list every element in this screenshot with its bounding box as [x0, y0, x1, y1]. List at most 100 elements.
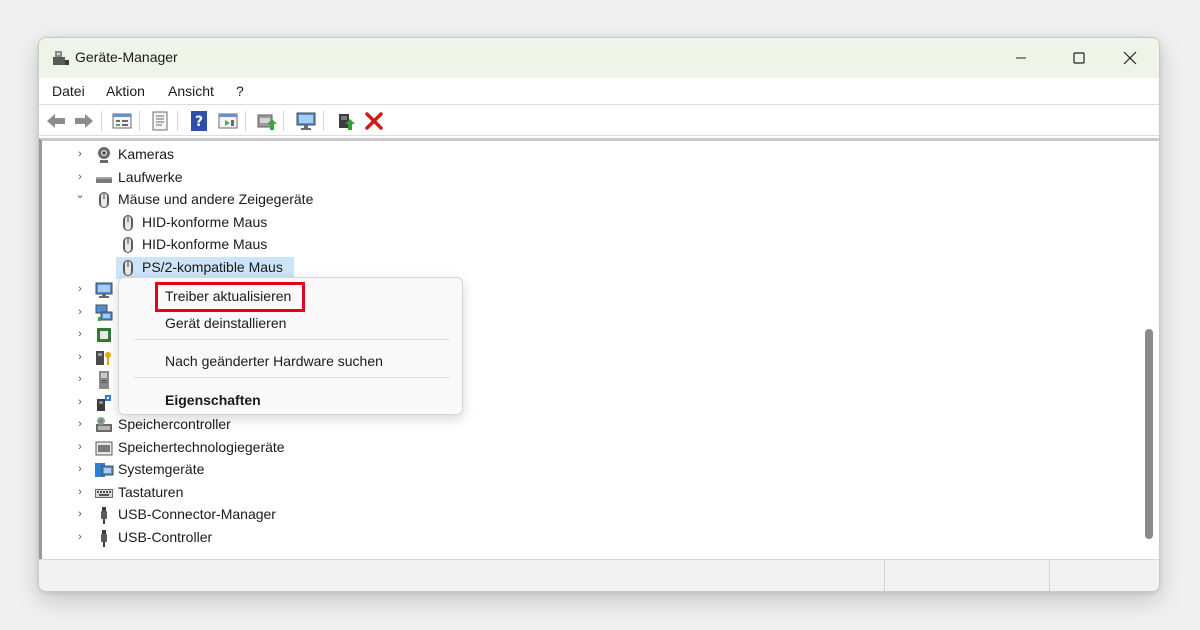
chevron-right-icon[interactable]: › — [75, 350, 85, 364]
chevron-right-icon[interactable]: › — [75, 395, 85, 409]
tree-row-label: HID-konforme Maus — [142, 236, 268, 252]
chevron-right-icon[interactable]: › — [75, 170, 85, 184]
tree-category-row[interactable]: › Systemgeräte — [42, 459, 1132, 481]
network-icon — [95, 304, 113, 321]
chevron-right-icon[interactable]: › — [75, 147, 85, 161]
toolbar-separator — [245, 111, 246, 131]
update-driver-icon[interactable] — [255, 110, 277, 132]
tree-category-row[interactable]: › USB-Connector-Manager — [42, 504, 1132, 526]
tree-row-label: Kameras — [118, 146, 175, 162]
chevron-right-icon[interactable]: › — [75, 417, 85, 431]
mouse-icon — [123, 237, 133, 253]
menu-datei[interactable]: Datei — [52, 83, 85, 99]
toolbar-separator — [101, 111, 102, 131]
menu-bar: Datei Aktion Ansicht ? — [39, 78, 1159, 104]
context-uninstall-device[interactable]: Gerät deinstallieren — [165, 315, 286, 331]
help-icon[interactable]: ? — [189, 110, 211, 132]
camera-icon — [98, 147, 110, 163]
tree-device-row[interactable]: HID-konforme Maus — [42, 212, 1132, 234]
maximize-icon — [1073, 52, 1085, 64]
tree-row-label: Speichercontroller — [118, 416, 231, 432]
chevron-right-icon[interactable]: › — [75, 485, 85, 499]
context-menu: Treiber aktualisieren Gerät deinstallier… — [118, 277, 463, 415]
context-update-driver[interactable]: Treiber aktualisieren — [165, 288, 291, 304]
tree-row-label: Tastaturen — [118, 483, 184, 500]
tree-category-row[interactable]: › Speichercontroller — [42, 414, 1132, 436]
tree-category-row[interactable]: › Tastaturen — [42, 482, 1132, 504]
document-icon[interactable] — [149, 110, 171, 132]
uninstall-device-icon[interactable] — [363, 110, 385, 132]
monitor-icon[interactable] — [295, 110, 317, 132]
mouse-icon — [99, 192, 109, 208]
security-device-icon — [96, 350, 111, 365]
tree-category-row[interactable]: › Laufwerke — [42, 167, 1132, 189]
system-devices-icon — [95, 463, 114, 477]
back-arrow-icon[interactable] — [45, 110, 67, 132]
context-separator — [133, 377, 450, 378]
tree-category-row[interactable]: › Speichertechnologiegeräte — [42, 437, 1132, 459]
chevron-right-icon[interactable]: › — [75, 372, 85, 386]
mouse-icon — [123, 259, 133, 276]
chevron-right-icon[interactable]: › — [75, 530, 85, 544]
enable-device-icon[interactable] — [335, 110, 357, 132]
tree-row-label: USB-Connector-Manager — [118, 506, 276, 522]
title-bar: Geräte-Manager — [39, 38, 1159, 78]
tree-row-label: PS/2-kompatible Maus — [142, 258, 283, 275]
toolbar-separator — [139, 111, 140, 131]
tree-device-row[interactable]: PS/2-kompatible Maus — [42, 256, 1132, 279]
svg-text:?: ? — [195, 114, 203, 130]
close-icon — [1123, 51, 1137, 65]
toolbar: ? — [39, 104, 1159, 136]
toolbar-separator — [323, 111, 324, 131]
maximize-button[interactable] — [1050, 38, 1108, 78]
monitor-icon — [95, 282, 113, 298]
tree-device-row[interactable]: HID-konforme Maus — [42, 234, 1132, 256]
status-separator — [1049, 560, 1050, 591]
mouse-icon — [123, 214, 133, 231]
chevron-right-icon[interactable]: › — [75, 507, 85, 521]
action-view-icon[interactable] — [217, 110, 239, 132]
tree-row-label: HID-konforme Maus — [142, 213, 268, 230]
chevron-right-icon[interactable]: › — [75, 305, 85, 319]
minimize-button[interactable] — [992, 38, 1050, 78]
status-bar — [39, 559, 1159, 591]
toolbar-separator — [177, 111, 178, 131]
chevron-right-icon[interactable]: › — [75, 462, 85, 476]
context-properties[interactable]: Eigenschaften — [165, 392, 261, 408]
tree-row-label: Laufwerke — [118, 168, 183, 185]
tree-category-row[interactable]: › Kameras — [42, 144, 1132, 166]
menu-ansicht[interactable]: Ansicht — [168, 83, 214, 99]
close-button[interactable] — [1101, 38, 1159, 78]
minimize-icon — [1016, 57, 1026, 59]
tree-category-row[interactable]: › USB-Controller — [42, 527, 1132, 549]
status-separator — [884, 560, 885, 591]
tree-row-label: Mäuse und andere Zeigegeräte — [118, 191, 314, 207]
device-manager-app-icon — [53, 51, 69, 65]
chevron-right-icon[interactable]: › — [75, 327, 85, 341]
chevron-right-icon[interactable]: › — [75, 282, 85, 296]
tree-row-label: USB-Controller — [118, 528, 213, 545]
software-component-icon — [99, 371, 109, 389]
software-device-icon — [97, 394, 111, 411]
vertical-scrollbar[interactable] — [1143, 141, 1155, 560]
tree-row-label: Systemgeräte — [118, 461, 205, 477]
keyboard-icon — [95, 488, 113, 498]
menu-aktion[interactable]: Aktion — [106, 83, 145, 99]
storage-controller-icon — [96, 417, 112, 432]
usb-icon — [101, 507, 107, 524]
usb-icon — [101, 529, 107, 547]
processor-icon — [97, 328, 111, 342]
menu-help[interactable]: ? — [236, 83, 244, 99]
tree-category-row[interactable]: ⌄ Mäuse und andere Zeigegeräte — [42, 189, 1132, 211]
toolbar-separator — [283, 111, 284, 131]
scrollbar-thumb[interactable] — [1145, 329, 1153, 539]
properties-view-icon[interactable] — [111, 110, 133, 132]
storage-technology-icon — [95, 441, 113, 455]
chevron-down-icon[interactable]: ⌄ — [75, 188, 85, 202]
tree-row-label: Speichertechnologiegeräte — [118, 438, 285, 455]
forward-arrow-icon[interactable] — [73, 110, 95, 132]
context-scan-hardware[interactable]: Nach geänderter Hardware suchen — [165, 353, 383, 369]
window-title: Geräte-Manager — [75, 49, 178, 65]
context-separator — [133, 339, 450, 340]
chevron-right-icon[interactable]: › — [75, 440, 85, 454]
